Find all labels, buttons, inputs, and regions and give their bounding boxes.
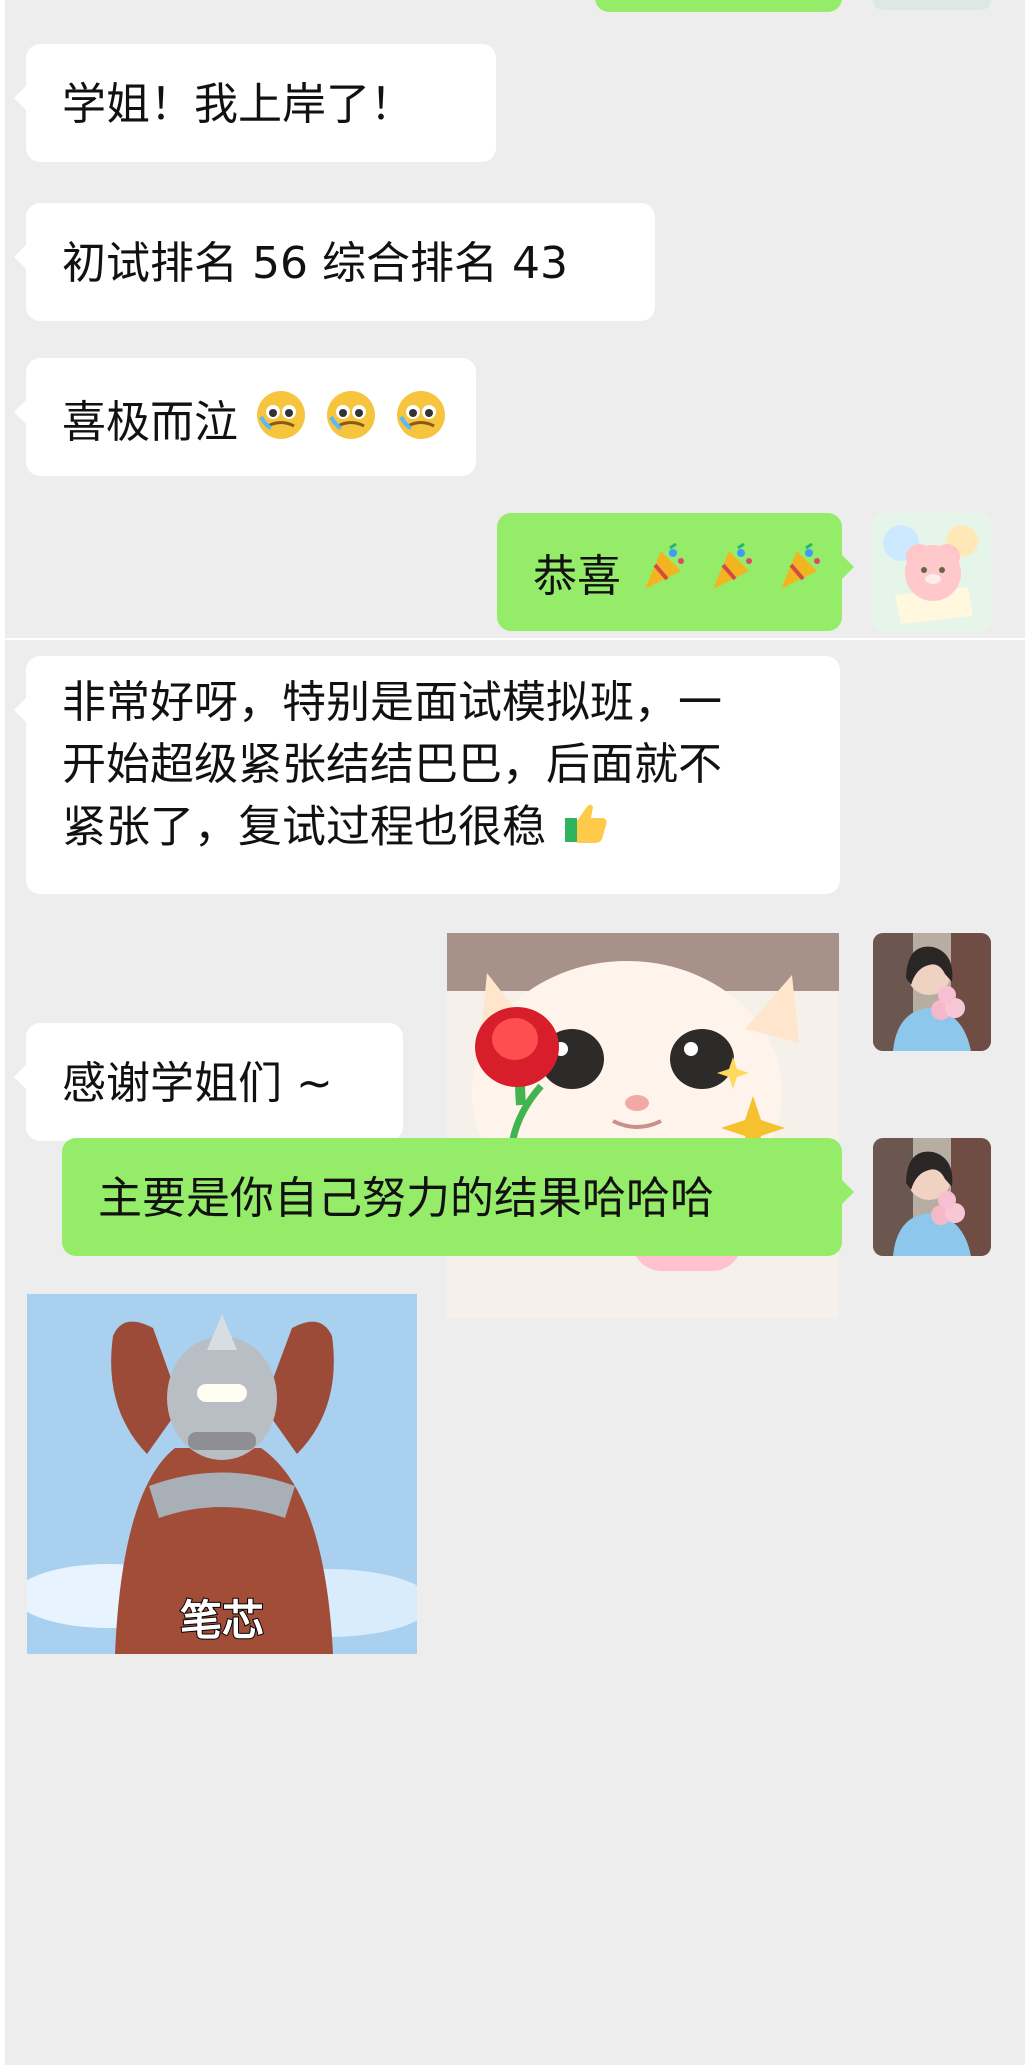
tearful-emoji-icon bbox=[254, 388, 308, 457]
party-popper-emoji-icon bbox=[705, 542, 757, 610]
previous-outgoing-message-bubble[interactable] bbox=[595, 0, 842, 12]
party-popper-emoji-icon bbox=[637, 542, 689, 610]
message-line-2: 开始超级紧张结结巴巴，后面就不 bbox=[62, 739, 722, 790]
message-text: 主要是你自己努力的结果哈哈哈 bbox=[98, 1173, 714, 1224]
message-line-1: 非常好呀，特别是面试模拟班，一 bbox=[62, 677, 722, 728]
tearful-emoji-icon bbox=[324, 388, 378, 457]
message-text: 喜极而泣 bbox=[62, 396, 238, 448]
incoming-message-4[interactable]: 非常好呀，特别是面试模拟班，一 开始超级紧张结结巴巴，后面就不 紧张了，复试过程… bbox=[14, 656, 840, 894]
message-text: 感谢学姐们 ~ bbox=[62, 1058, 333, 1109]
self-avatar-bear[interactable] bbox=[873, 513, 991, 631]
outgoing-message-1[interactable]: 恭喜 bbox=[497, 513, 854, 631]
tearful-emoji-icon bbox=[394, 388, 448, 457]
ultraman-sticker[interactable]: 笔芯 bbox=[27, 1294, 417, 1654]
message-text: 学姐！我上岸了！ bbox=[62, 79, 414, 130]
message-text: 初试排名 56 综合排名 43 bbox=[62, 238, 568, 289]
chat-screen-bottom: 非常好呀，特别是面试模拟班，一 开始超级紧张结结巴巴，后面就不 紧张了，复试过程… bbox=[5, 640, 1025, 2065]
message-line-3-text: 紧张了，复试过程也很稳 bbox=[62, 801, 546, 853]
incoming-message-5[interactable]: 感谢学姐们 ~ bbox=[14, 1023, 403, 1141]
party-popper-emoji-icon bbox=[773, 542, 825, 610]
self-avatar-photo[interactable] bbox=[873, 933, 991, 1051]
cat-with-rose-sticker[interactable] bbox=[447, 933, 839, 1319]
incoming-message-1[interactable]: 学姐！我上岸了！ bbox=[14, 44, 496, 162]
incoming-message-3[interactable]: 喜极而泣 bbox=[14, 358, 476, 476]
message-text: 恭喜 bbox=[533, 550, 621, 602]
self-avatar-photo[interactable] bbox=[873, 1138, 991, 1256]
chat-screen-top: 学姐！我上岸了！ 初试排名 56 综合排名 43 喜极而泣 恭喜 bbox=[5, 0, 1025, 638]
message-line-3: 紧张了，复试过程也很稳 bbox=[62, 798, 804, 860]
ultraman-caption: 笔芯 bbox=[179, 1595, 265, 1646]
outgoing-message-2[interactable]: 主要是你自己努力的结果哈哈哈 bbox=[62, 1138, 854, 1256]
incoming-message-2[interactable]: 初试排名 56 综合排名 43 bbox=[14, 203, 655, 321]
thumbs-up-emoji-icon bbox=[562, 798, 610, 861]
previous-avatar[interactable] bbox=[873, 0, 991, 10]
